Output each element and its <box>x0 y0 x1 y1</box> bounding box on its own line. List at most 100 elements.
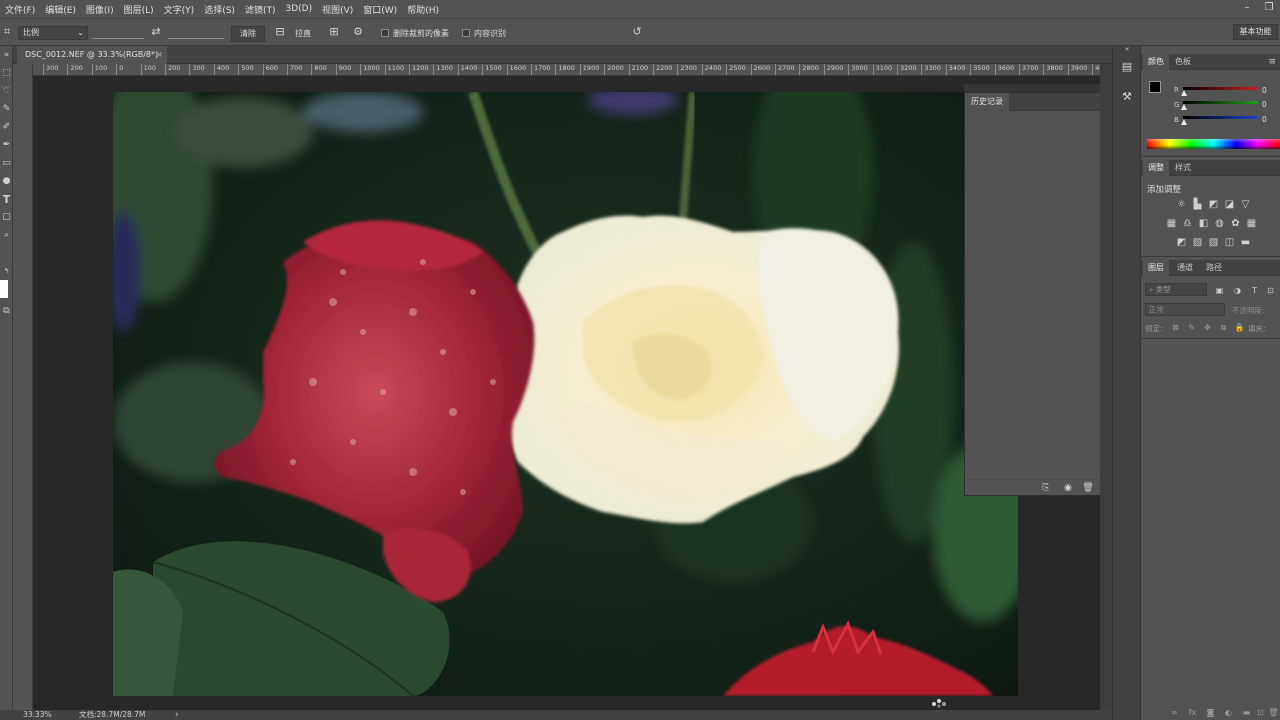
tab-styles[interactable]: 样式 <box>1169 160 1197 176</box>
exposure-icon[interactable]: ◪ <box>1224 199 1235 210</box>
clear-button[interactable]: 清除 <box>231 26 265 42</box>
delete-cropped-checkbox[interactable] <box>381 29 389 37</box>
gradient-map-icon[interactable]: ▬ <box>1240 237 1251 248</box>
invert-icon[interactable]: ◩ <box>1176 237 1187 248</box>
filter-adjustment-icon[interactable]: ◑ <box>1232 285 1243 296</box>
fx-icon[interactable]: fx <box>1187 707 1198 718</box>
tab-history[interactable]: 历史记录 <box>965 93 1009 111</box>
brightness-icon[interactable]: ☼ <box>1176 199 1187 210</box>
tab-swatches[interactable]: 色板 <box>1169 54 1197 70</box>
type-tool-icon[interactable]: T <box>0 194 13 205</box>
document-tab[interactable]: DSC_0012.NEF @ 33.3%(RGB/8*) × <box>17 46 167 64</box>
status-menu-arrow-icon[interactable]: › <box>175 710 179 720</box>
levels-icon[interactable]: ▙ <box>1192 199 1203 210</box>
green-slider[interactable] <box>1183 101 1258 104</box>
tab-adjustments[interactable]: 调整 <box>1143 160 1169 176</box>
posterize-icon[interactable]: ▨ <box>1192 237 1203 248</box>
lock-transparent-icon[interactable]: ⊠ <box>1170 322 1181 333</box>
horizontal-ruler[interactable]: 300 200 100 0 100 200 300 400 500 600 700 800 900 100… <box>33 64 1100 76</box>
history-brush-tool-icon[interactable]: ✒ <box>0 140 13 151</box>
blue-slider-handle[interactable] <box>1181 119 1187 125</box>
menu-window[interactable]: 窗口(W) <box>358 3 402 16</box>
filter-pixel-icon[interactable]: ▣ <box>1214 285 1225 296</box>
tab-paths[interactable]: 路径 <box>1200 260 1228 276</box>
hue-saturation-icon[interactable]: ▦ <box>1166 218 1177 229</box>
restore-icon[interactable]: ❐ <box>1262 2 1276 14</box>
history-panel-icon[interactable]: ▤ <box>1120 60 1134 74</box>
vibrance-icon[interactable]: ▽ <box>1240 199 1251 210</box>
channel-mixer-icon[interactable]: ✿ <box>1230 218 1241 229</box>
straighten-label[interactable]: 拉直 <box>295 28 311 40</box>
history-panel-titlebar[interactable]: × <box>964 82 1112 92</box>
shape-tool-icon[interactable]: ▢ <box>0 212 13 223</box>
gradient-tool-icon[interactable]: ▭ <box>0 158 13 169</box>
crop-tool-icon[interactable]: ⌗ <box>2 25 12 39</box>
swap-dimensions-icon[interactable]: ⇄ <box>149 25 163 39</box>
black-white-icon[interactable]: ◧ <box>1198 218 1209 229</box>
filter-type-icon[interactable]: T <box>1249 285 1260 296</box>
eyedropper-tool-icon[interactable]: ✎ <box>0 104 13 115</box>
green-slider-handle[interactable] <box>1181 104 1187 110</box>
blend-mode-select[interactable]: 正常 <box>1145 303 1225 316</box>
lock-pixels-icon[interactable]: ✎ <box>1186 322 1197 333</box>
red-slider-handle[interactable] <box>1181 90 1187 96</box>
menu-help[interactable]: 帮助(H) <box>402 3 444 16</box>
width-field[interactable] <box>92 38 144 39</box>
foreground-color-swatch[interactable] <box>0 280 8 298</box>
collapse-panels-icon[interactable]: « <box>1120 42 1134 56</box>
height-field[interactable] <box>168 38 224 39</box>
trash-icon[interactable]: 🗑 <box>1268 707 1279 718</box>
menu-filter[interactable]: 滤镜(T) <box>240 3 281 16</box>
menu-3d[interactable]: 3D(D) <box>280 4 317 14</box>
straighten-icon[interactable]: ⊟ <box>272 25 288 39</box>
dodge-tool-icon[interactable]: ● <box>0 176 13 187</box>
photo-canvas[interactable] <box>113 92 1018 696</box>
camera-icon[interactable]: ◉ <box>1061 481 1075 495</box>
collapse-icon[interactable]: » <box>0 50 13 61</box>
reset-icon[interactable]: ↺ <box>630 25 644 39</box>
zoom-level[interactable]: 33.33% <box>23 710 52 720</box>
minimize-icon[interactable]: – <box>1240 2 1254 14</box>
color-balance-icon[interactable]: ♎ <box>1182 218 1193 229</box>
menu-image[interactable]: 图像(I) <box>81 3 119 16</box>
vertical-scrollbar[interactable] <box>1100 64 1112 710</box>
overlay-grid-icon[interactable]: ⊞ <box>326 25 342 39</box>
lasso-tool-icon[interactable]: ➰ <box>0 86 13 97</box>
marquee-tool-icon[interactable]: ⬚ <box>0 68 13 79</box>
close-icon[interactable]: × <box>156 46 163 64</box>
tab-channels[interactable]: 通道 <box>1171 260 1199 276</box>
tab-color[interactable]: 颜色 <box>1143 54 1169 70</box>
link-layers-icon[interactable]: ∞ <box>1169 707 1180 718</box>
menu-layer[interactable]: 图层(L) <box>119 3 159 16</box>
filter-shape-icon[interactable]: ⊡ <box>1265 285 1276 296</box>
blue-slider[interactable] <box>1183 116 1258 119</box>
content-aware-checkbox[interactable] <box>462 29 470 37</box>
menu-edit[interactable]: 编辑(E) <box>40 3 81 16</box>
workspace-button[interactable]: 基本功能 <box>1233 24 1278 40</box>
zoom-tool-icon[interactable]: ⌕ <box>0 230 13 241</box>
menu-file[interactable]: 文件(F) <box>0 3 40 16</box>
gear-icon[interactable]: ⚙ <box>350 25 366 39</box>
new-adjustment-icon[interactable]: ◐ <box>1223 707 1234 718</box>
tab-layers[interactable]: 图层 <box>1143 260 1169 276</box>
menu-select[interactable]: 选择(S) <box>199 3 240 16</box>
new-group-icon[interactable]: ▬ <box>1241 707 1252 718</box>
screen-mode-icon[interactable]: ⧉ <box>0 306 13 317</box>
color-lookup-icon[interactable]: ▦ <box>1246 218 1257 229</box>
new-layer-icon[interactable]: ⊡ <box>1255 707 1266 718</box>
menu-view[interactable]: 视图(V) <box>317 3 358 16</box>
trash-icon[interactable]: 🗑 <box>1081 481 1095 495</box>
threshold-icon[interactable]: ▧ <box>1208 237 1219 248</box>
red-value[interactable]: 0 <box>1262 86 1267 95</box>
vertical-ruler[interactable] <box>13 64 33 710</box>
lock-all-icon[interactable]: 🔒 <box>1234 322 1245 333</box>
green-value[interactable]: 0 <box>1262 100 1267 109</box>
blue-value[interactable]: 0 <box>1262 115 1267 124</box>
new-document-from-state-icon[interactable]: ⎘ <box>1039 481 1053 495</box>
add-mask-icon[interactable]: ◙ <box>1205 707 1216 718</box>
panel-menu-icon[interactable]: ≡ <box>1268 57 1276 67</box>
selective-color-icon[interactable]: ◫ <box>1224 237 1235 248</box>
menu-type[interactable]: 文字(Y) <box>159 3 200 16</box>
layer-kind-filter[interactable]: ⌕ 类型 <box>1145 283 1207 296</box>
ratio-select[interactable]: 比例 ⌄ <box>18 26 88 40</box>
